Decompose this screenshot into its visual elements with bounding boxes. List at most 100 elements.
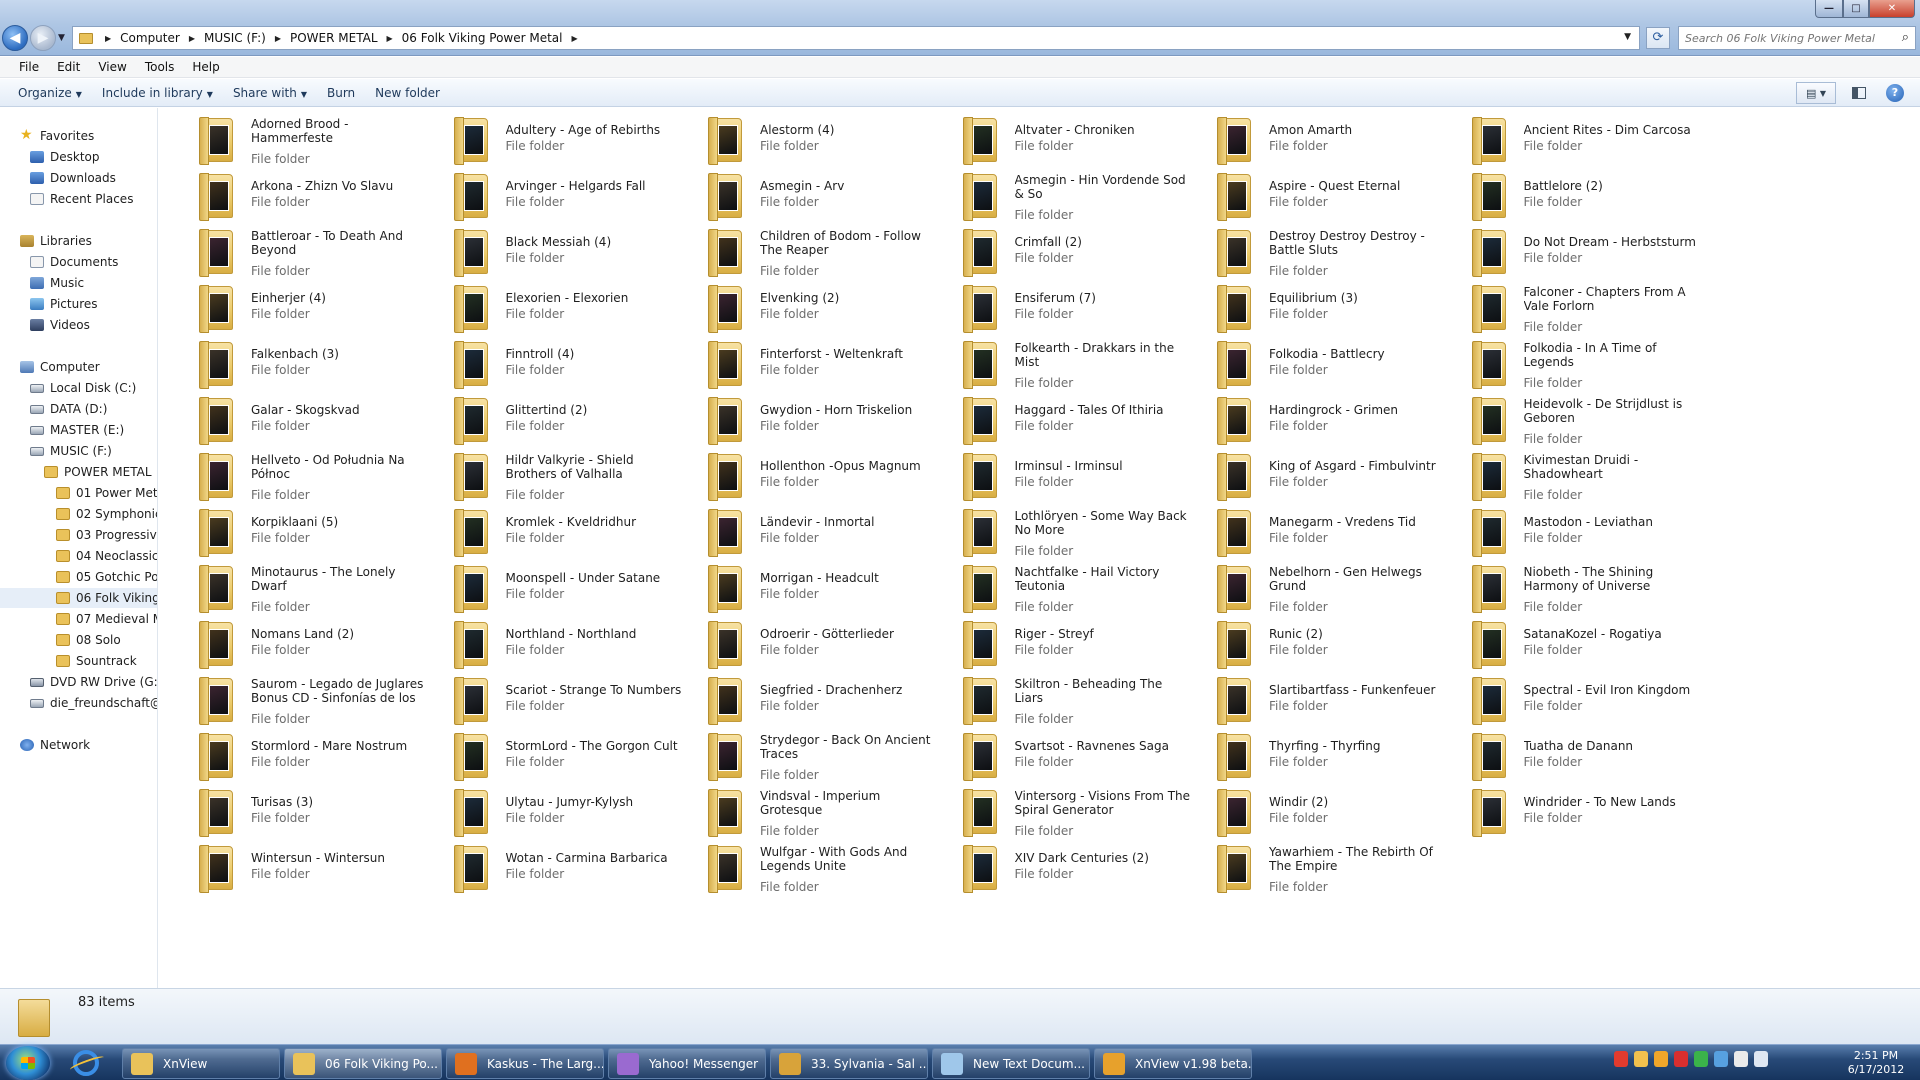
share-with-button[interactable]: Share with ▼ — [223, 86, 317, 100]
folder-item[interactable]: Black Messiah (4) File folder — [434, 226, 684, 278]
tray-icon[interactable] — [1754, 1051, 1768, 1067]
internet-explorer-pin[interactable] — [66, 1049, 106, 1077]
address-history-dropdown[interactable]: ▼ — [1624, 32, 1631, 42]
folder-item[interactable]: Mastodon - Leviathan File folder — [1452, 506, 1702, 558]
recent-pages-dropdown[interactable]: ▼ — [58, 33, 65, 43]
nav-item-01-power-metal[interactable]: 01 Power Metal — [0, 483, 157, 503]
folder-item[interactable]: Irminsul - Irminsul File folder — [943, 450, 1193, 502]
folder-item[interactable]: Battleroar - To Death And Beyond File fol… — [179, 226, 429, 278]
folder-item[interactable]: Nachtfalke - Hail Victory Teutonia File f… — [943, 562, 1193, 614]
folder-item[interactable]: Asmegin - Hin Vordende Sod & So File fold… — [943, 170, 1193, 222]
folder-item[interactable]: Kivimestan Druidi - Shadowheart File fold… — [1452, 450, 1702, 502]
folder-item[interactable]: StormLord - The Gorgon Cult File folder — [434, 730, 684, 782]
folder-item[interactable]: Asmegin - Arv File folder — [688, 170, 938, 222]
folder-item[interactable]: Falconer - Chapters From A Vale Forlorn F… — [1452, 282, 1702, 334]
folder-item[interactable]: XIV Dark Centuries (2) File folder — [943, 842, 1193, 894]
folder-item[interactable]: Haggard - Tales Of Ithiria File folder — [943, 394, 1193, 446]
nav-item-libraries[interactable]: Libraries — [0, 231, 157, 251]
menu-edit[interactable]: Edit — [48, 60, 89, 74]
folder-item[interactable]: Manegarm - Vredens Tid File folder — [1197, 506, 1447, 558]
breadcrumb-computer[interactable]: Computer — [117, 31, 183, 45]
tray-icon[interactable] — [1614, 1051, 1628, 1067]
folder-item[interactable]: Windir (2) File folder — [1197, 786, 1447, 838]
nav-item-02-symphonic-p[interactable]: 02 Symphonic P — [0, 504, 157, 524]
folder-item[interactable]: Windrider - To New Lands File folder — [1452, 786, 1702, 838]
taskbar-button[interactable]: XnView v1.98 beta... — [1094, 1048, 1252, 1079]
folder-item[interactable]: Tuatha de Danann File folder — [1452, 730, 1702, 782]
tray-icon[interactable] — [1734, 1051, 1748, 1067]
folder-item[interactable]: King of Asgard - Fimbulvintr File folder — [1197, 450, 1447, 502]
refresh-button[interactable]: ⟳ — [1646, 27, 1670, 49]
folder-item[interactable]: Children of Bodom - Follow The Reaper Fil… — [688, 226, 938, 278]
folder-item[interactable]: Vintersorg - Visions From The Spiral Gen… — [943, 786, 1193, 838]
folder-item[interactable]: Aspire - Quest Eternal File folder — [1197, 170, 1447, 222]
nav-item-documents[interactable]: Documents — [0, 252, 157, 272]
folder-item[interactable]: Minotaurus - The Lonely Dwarf File folder — [179, 562, 429, 614]
nav-item-music-f[interactable]: MUSIC (F:) — [0, 441, 157, 461]
folder-item[interactable]: Saurom - Legado de Juglares Bonus CD - S… — [179, 674, 429, 726]
nav-item-dvd-rw-drive-g-g[interactable]: DVD RW Drive (G:) G — [0, 672, 157, 692]
taskbar-button[interactable]: Kaskus - The Larg... — [446, 1048, 604, 1079]
nav-item-06-folk-viking-pc[interactable]: 06 Folk Viking Pc — [0, 588, 157, 608]
folder-item[interactable]: Stormlord - Mare Nostrum File folder — [179, 730, 429, 782]
folder-item[interactable]: Kromlek - Kveldridhur File folder — [434, 506, 684, 558]
folder-item[interactable]: Einherjer (4) File folder — [179, 282, 429, 334]
folder-item[interactable]: Gwydion - Horn Triskelion File folder — [688, 394, 938, 446]
tray-icon[interactable] — [1714, 1051, 1728, 1067]
search-icon[interactable]: ⌕ — [1902, 30, 1909, 45]
breadcrumb-power-metal[interactable]: POWER METAL — [287, 31, 381, 45]
navigation-pane[interactable]: ★ Favorites Desktop Downloads Recent Places L… — [0, 108, 158, 988]
taskbar-button[interactable]: New Text Docum... — [932, 1048, 1090, 1079]
chevron-right-icon[interactable]: ▶ — [381, 34, 399, 43]
nav-item-music[interactable]: Music — [0, 273, 157, 293]
folder-item[interactable]: Galar - Skogskvad File folder — [179, 394, 429, 446]
taskbar-button[interactable]: Yahoo! Messenger — [608, 1048, 766, 1079]
preview-pane-button[interactable] — [1848, 83, 1870, 103]
folder-item[interactable]: Hildr Valkyrie - Shield Brothers of Valh… — [434, 450, 684, 502]
search-input[interactable] — [1685, 31, 1893, 45]
folder-item[interactable]: Wulfgar - With Gods And Legends Unite Fil… — [688, 842, 938, 894]
change-view-button[interactable]: ▤ ▼ — [1796, 82, 1836, 104]
folder-item[interactable]: Siegfried - Drachenherz File folder — [688, 674, 938, 726]
folder-item[interactable]: Hardingrock - Grimen File folder — [1197, 394, 1447, 446]
folder-item[interactable]: Ländevir - Inmortal File folder — [688, 506, 938, 558]
organize-button[interactable]: Organize ▼ — [8, 86, 92, 100]
nav-item-master-e[interactable]: MASTER (E:) — [0, 420, 157, 440]
folder-item[interactable]: Arkona - Zhizn Vo Slavu File folder — [179, 170, 429, 222]
chevron-right-icon[interactable]: ▶ — [269, 34, 287, 43]
nav-item-03-progressive-s[interactable]: 03 Progressive, S — [0, 525, 157, 545]
maximize-button[interactable]: □ — [1843, 0, 1869, 18]
folder-item[interactable]: Crimfall (2) File folder — [943, 226, 1193, 278]
folder-item[interactable]: Altvater - Chroniken File folder — [943, 114, 1193, 166]
folder-item[interactable]: Folkodia - Battlecry File folder — [1197, 338, 1447, 390]
folder-item[interactable]: Heidevolk - De Strijdlust is Geboren File… — [1452, 394, 1702, 446]
taskbar-button[interactable]: 06 Folk Viking Po... — [284, 1048, 442, 1079]
folder-item[interactable]: Hellveto - Od Południa Na Północ File fol… — [179, 450, 429, 502]
folder-item[interactable]: Adorned Brood - Hammerfeste File folder — [179, 114, 429, 166]
back-button[interactable]: ◀ — [2, 25, 28, 51]
folder-item[interactable]: Falkenbach (3) File folder — [179, 338, 429, 390]
folder-item[interactable]: Riger - Streyf File folder — [943, 618, 1193, 670]
nav-item-sountrack[interactable]: Sountrack — [0, 651, 157, 671]
burn-button[interactable]: Burn — [317, 86, 365, 100]
nav-item-local-disk-c[interactable]: Local Disk (C:) — [0, 378, 157, 398]
breadcrumb-music-drive[interactable]: MUSIC (F:) — [201, 31, 269, 45]
nav-item-04-neoclassic-pc[interactable]: 04 Neoclassic Pc — [0, 546, 157, 566]
folder-item[interactable]: Korpiklaani (5) File folder — [179, 506, 429, 558]
folder-item[interactable]: Svartsot - Ravnenes Saga File folder — [943, 730, 1193, 782]
chevron-right-icon[interactable]: ▶ — [566, 34, 584, 43]
menu-file[interactable]: File — [10, 60, 48, 74]
tray-icon[interactable] — [1634, 1051, 1648, 1067]
file-list[interactable]: Adorned Brood - Hammerfeste File folder Ad… — [159, 108, 1920, 988]
nav-item-downloads[interactable]: Downloads — [0, 168, 157, 188]
folder-item[interactable]: Niobeth - The Shining Harmony of Univers… — [1452, 562, 1702, 614]
tray-icon[interactable] — [1694, 1051, 1708, 1067]
nav-item-videos[interactable]: Videos — [0, 315, 157, 335]
tray-icon[interactable] — [1654, 1051, 1668, 1067]
folder-item[interactable]: Slartibartfass - Funkenfeuer File folder — [1197, 674, 1447, 726]
folder-item[interactable]: Wintersun - Wintersun File folder — [179, 842, 429, 894]
folder-item[interactable]: Elvenking (2) File folder — [688, 282, 938, 334]
nav-item-power-metal[interactable]: POWER METAL — [0, 462, 157, 482]
start-button[interactable] — [6, 1046, 50, 1080]
folder-item[interactable]: Yawarhiem - The Rebirth Of The Empire Fil… — [1197, 842, 1447, 894]
